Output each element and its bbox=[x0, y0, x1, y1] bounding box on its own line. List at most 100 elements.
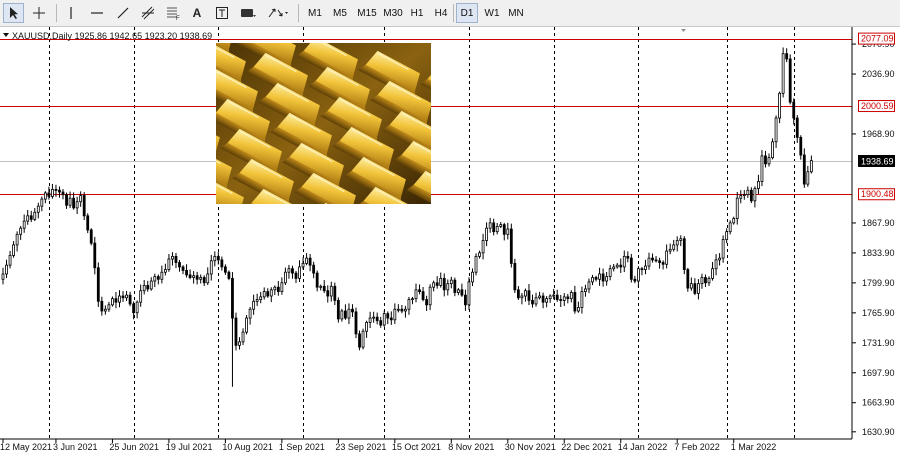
candle-body bbox=[538, 295, 541, 299]
candle-body bbox=[283, 271, 287, 284]
price-tick-label: 1663.90 bbox=[862, 398, 895, 408]
candle-body bbox=[36, 205, 40, 213]
candle-body bbox=[347, 308, 351, 319]
candle-body bbox=[760, 155, 764, 182]
candle-body bbox=[591, 277, 594, 283]
candle-body bbox=[658, 260, 661, 263]
candle-body bbox=[411, 298, 414, 301]
candle-body bbox=[382, 313, 386, 326]
candle-body bbox=[153, 276, 157, 282]
candle-body bbox=[629, 257, 633, 280]
candle-body bbox=[746, 189, 750, 196]
candle-body bbox=[467, 281, 471, 306]
candle-body bbox=[128, 294, 132, 305]
candle-body bbox=[396, 308, 400, 311]
candle bbox=[781, 47, 785, 98]
candle-body bbox=[160, 271, 164, 280]
timeframe-mn-button[interactable]: MN bbox=[504, 3, 528, 23]
candle-body bbox=[181, 266, 185, 271]
cursor-tool-button[interactable] bbox=[3, 3, 24, 23]
price-tick-label: 1968.90 bbox=[862, 129, 895, 139]
candle-body bbox=[421, 291, 425, 300]
candle bbox=[474, 253, 478, 276]
text-tool-button[interactable]: A bbox=[187, 3, 207, 23]
candle-body bbox=[375, 316, 379, 322]
timeframe-m15-button[interactable]: M15 bbox=[354, 3, 380, 23]
vertical-line-tool-button[interactable] bbox=[62, 3, 80, 23]
candle bbox=[771, 138, 774, 160]
fibonacci-tool-button[interactable]: F bbox=[163, 3, 183, 23]
candle-body bbox=[679, 238, 683, 241]
candle bbox=[513, 258, 517, 294]
candle bbox=[86, 213, 90, 234]
candle-body bbox=[456, 289, 460, 293]
date-label: 1 Sep 2021 bbox=[279, 442, 325, 452]
crosshair-tool-button[interactable] bbox=[28, 3, 50, 23]
candle-body bbox=[785, 53, 789, 60]
candle-body bbox=[573, 292, 577, 312]
candle-body bbox=[12, 244, 15, 256]
level-price-label: 2077.09 bbox=[861, 34, 894, 44]
candle-body bbox=[739, 195, 743, 199]
trendline-tool-button[interactable] bbox=[112, 3, 134, 23]
candle-body bbox=[259, 296, 263, 300]
candle bbox=[686, 267, 690, 292]
candle-body bbox=[103, 308, 107, 312]
timeframe-m5-button[interactable]: M5 bbox=[329, 3, 351, 23]
shapes-icon bbox=[241, 9, 256, 17]
candle-body bbox=[65, 194, 68, 206]
candle-body bbox=[75, 201, 79, 209]
candle-body bbox=[333, 285, 337, 301]
candle-body bbox=[414, 289, 418, 300]
candle-body bbox=[96, 267, 100, 302]
timeframe-d1-button[interactable]: D1 bbox=[456, 3, 478, 23]
candle-body bbox=[502, 224, 506, 235]
timeframe-m1-button[interactable]: M1 bbox=[304, 3, 326, 23]
crosshair-icon bbox=[33, 7, 45, 19]
candle-body bbox=[471, 271, 474, 283]
candle-body bbox=[541, 295, 545, 303]
candle bbox=[354, 307, 358, 339]
candle-body bbox=[358, 333, 361, 348]
shapes-tool-button[interactable] bbox=[237, 3, 259, 23]
candle-body bbox=[15, 233, 19, 246]
date-label: 14 Jan 2022 bbox=[618, 442, 668, 452]
date-label: 7 Feb 2022 bbox=[674, 442, 720, 452]
candle-body bbox=[647, 257, 651, 267]
candle-body bbox=[672, 244, 676, 250]
timeframe-w1-button[interactable]: W1 bbox=[481, 3, 503, 23]
candle bbox=[629, 253, 633, 283]
candle-body bbox=[68, 197, 72, 206]
date-label: 30 Nov 2021 bbox=[505, 442, 556, 452]
timeframe-h1-button[interactable]: H1 bbox=[406, 3, 428, 23]
date-label: 10 Aug 2021 bbox=[222, 442, 273, 452]
timeframe-h4-button[interactable]: H4 bbox=[430, 3, 452, 23]
date-label: 22 Dec 2021 bbox=[561, 442, 612, 452]
candle-body bbox=[704, 277, 707, 284]
candle-body bbox=[29, 215, 33, 220]
horizontal-line-tool-button[interactable] bbox=[86, 3, 108, 23]
candle-body bbox=[559, 299, 563, 301]
candle-body bbox=[802, 154, 806, 185]
candle-body bbox=[344, 310, 347, 319]
chart-background bbox=[0, 27, 900, 455]
candle-body bbox=[742, 194, 746, 197]
text-label-tool-button[interactable] bbox=[212, 3, 232, 23]
candle-body bbox=[223, 266, 227, 273]
candle-body bbox=[548, 295, 552, 300]
channel-tool-button[interactable] bbox=[137, 3, 159, 23]
candle bbox=[361, 328, 365, 350]
candle-body bbox=[651, 257, 654, 261]
candle-body bbox=[753, 188, 757, 202]
timeframe-m30-button[interactable]: M30 bbox=[380, 3, 406, 23]
candle-body bbox=[79, 195, 83, 203]
candle-body bbox=[238, 341, 241, 346]
candle bbox=[682, 236, 686, 275]
candle-body bbox=[368, 317, 372, 323]
candle-body bbox=[700, 277, 704, 285]
candle-body bbox=[43, 192, 47, 200]
candle-body bbox=[22, 220, 26, 229]
candle-body bbox=[481, 240, 485, 254]
price-chart[interactable]: XAUUSD,Daily 1925.86 1942.65 1923.20 193… bbox=[0, 27, 900, 455]
arrows-tool-button[interactable] bbox=[264, 3, 292, 23]
